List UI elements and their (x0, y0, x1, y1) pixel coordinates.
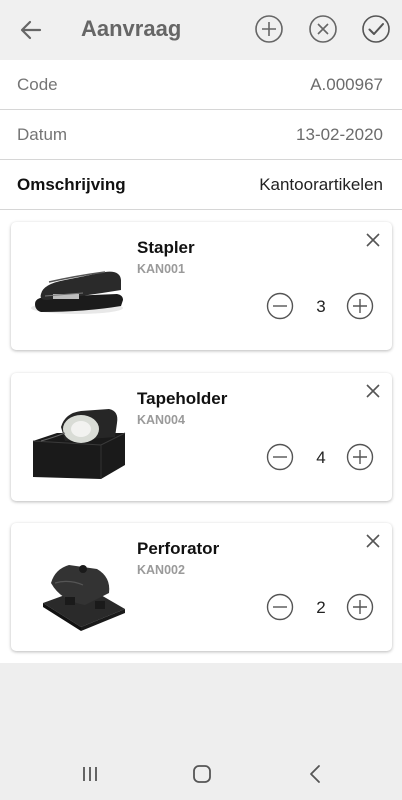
list-item[interactable]: Tapeholder KAN004 4 (11, 373, 392, 501)
plus-circle-icon[interactable] (346, 593, 374, 621)
item-name: Perforator (137, 539, 220, 558)
plus-circle-icon[interactable] (346, 292, 374, 320)
home-icon[interactable] (189, 761, 215, 787)
close-icon[interactable] (363, 531, 383, 551)
tape-dispenser-image (32, 409, 126, 479)
arrow-left-icon (20, 20, 42, 40)
item-name: Stapler (137, 238, 195, 257)
datum-value[interactable]: 13-02-2020 (296, 125, 383, 145)
plus-circle-icon (255, 15, 283, 43)
back-button[interactable] (16, 15, 46, 45)
system-nav-bar (0, 748, 402, 800)
minus-circle-icon[interactable] (266, 443, 294, 471)
list-item[interactable]: Stapler KAN001 3 (11, 222, 392, 350)
item-code: KAN002 (137, 563, 185, 577)
empty-space (0, 663, 402, 748)
item-name: Tapeholder (137, 389, 228, 408)
datum-field[interactable]: Datum 13-02-2020 (0, 110, 402, 160)
quantity-value: 3 (316, 297, 326, 316)
quantity-value: 2 (316, 598, 326, 617)
page-title: Aanvraag (81, 16, 182, 41)
app-bar: Aanvraag (0, 0, 402, 60)
check-circle-icon (362, 15, 390, 43)
stapler-image (31, 271, 123, 314)
item-code: KAN001 (137, 262, 185, 276)
cancel-button[interactable] (308, 14, 338, 44)
minus-circle-icon[interactable] (266, 292, 294, 320)
code-value: A.000967 (310, 74, 383, 94)
close-icon[interactable] (363, 230, 383, 250)
omschrijving-value[interactable]: Kantoorartikelen (259, 175, 383, 195)
list-item[interactable]: Perforator KAN002 2 (11, 523, 392, 651)
item-code: KAN004 (137, 413, 185, 427)
x-circle-icon (309, 15, 337, 43)
item-list: Stapler KAN001 3 Tapeholder KAN004 4 Per… (0, 210, 402, 663)
plus-circle-icon[interactable] (346, 443, 374, 471)
confirm-button[interactable] (361, 14, 391, 44)
datum-label: Datum (17, 124, 68, 144)
code-label: Code (17, 74, 58, 94)
close-icon[interactable] (363, 381, 383, 401)
add-item-button[interactable] (254, 14, 284, 44)
quantity-value: 4 (316, 448, 326, 467)
hole-punch-image (43, 565, 125, 631)
omschrijving-field[interactable]: Omschrijving Kantoorartikelen (0, 160, 402, 210)
nav-back-icon[interactable] (302, 761, 328, 787)
recent-apps-icon[interactable] (77, 761, 103, 787)
minus-circle-icon[interactable] (266, 593, 294, 621)
code-field: Code A.000967 (0, 60, 402, 110)
omschrijving-label: Omschrijving (17, 174, 126, 194)
